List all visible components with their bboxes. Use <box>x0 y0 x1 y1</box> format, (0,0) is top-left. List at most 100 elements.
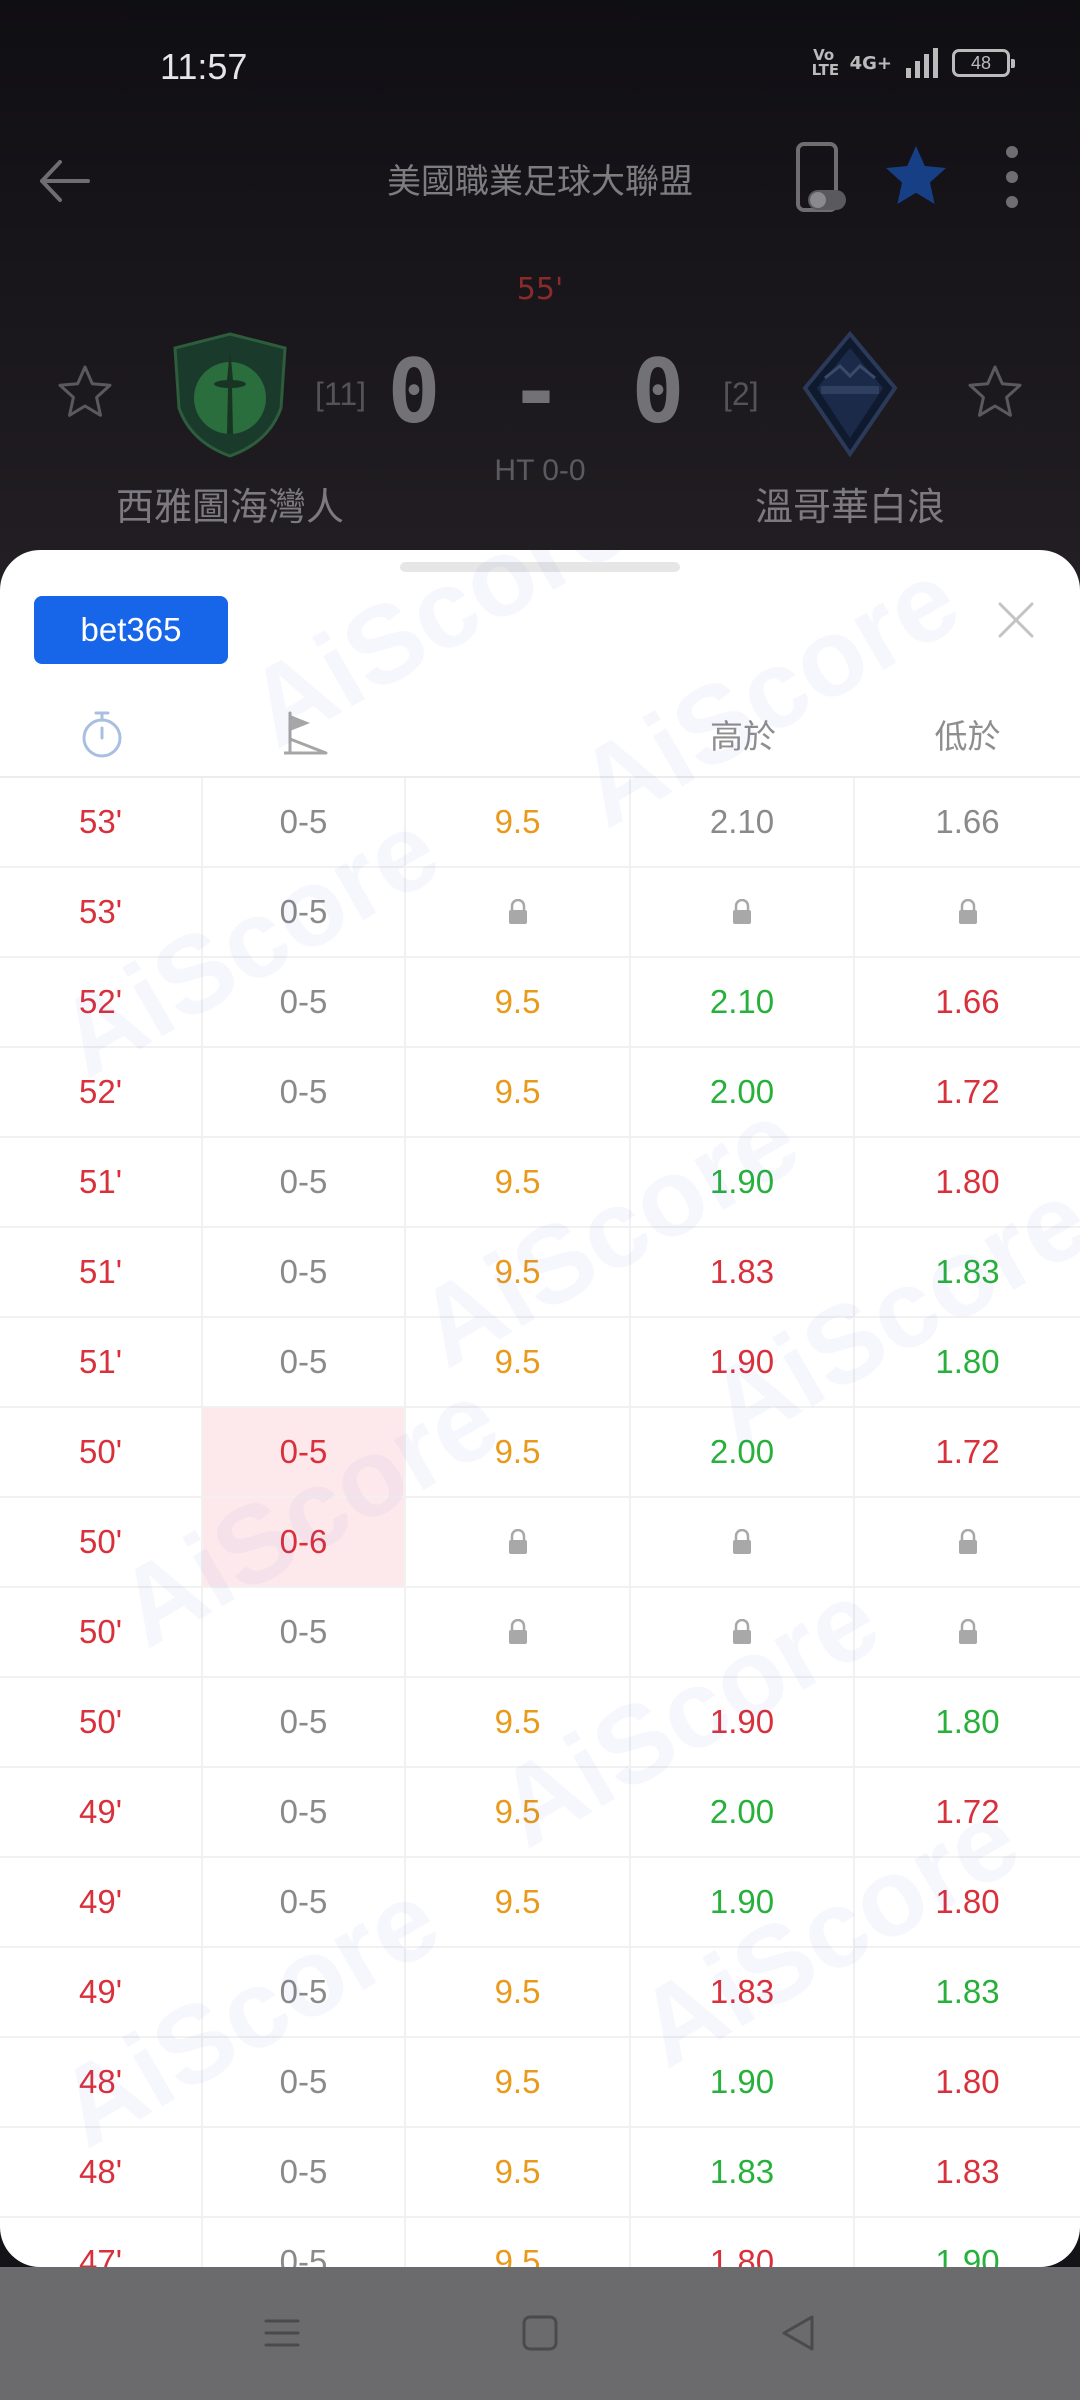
row-over-odds: 2.10 <box>631 778 855 866</box>
home-icon[interactable] <box>510 2303 570 2363</box>
system-nav-bar <box>0 2267 1080 2400</box>
row-time: 51' <box>0 1228 203 1316</box>
lock-icon <box>733 899 751 924</box>
odds-row: 49' 0-5 9.5 1.90 1.80 <box>0 1858 1080 1948</box>
odds-row: 49' 0-5 9.5 2.00 1.72 <box>0 1768 1080 1858</box>
row-corner-score: 0-5 <box>203 1768 406 1856</box>
row-corner-score: 0-5 <box>203 1048 406 1136</box>
locked-odds-cell <box>406 868 631 956</box>
row-corner-score: 0-5 <box>203 1678 406 1766</box>
row-line: 9.5 <box>406 2038 631 2126</box>
row-time: 53' <box>0 778 203 866</box>
row-time: 49' <box>0 1858 203 1946</box>
odds-row: 51' 0-5 9.5 1.90 1.80 <box>0 1138 1080 1228</box>
locked-odds-cell <box>855 1498 1080 1586</box>
row-over-odds: 1.83 <box>631 1228 855 1316</box>
row-line: 9.5 <box>406 1948 631 2036</box>
lock-icon <box>733 1619 751 1644</box>
odds-row: 53' 0-5 9.5 2.10 1.66 <box>0 778 1080 868</box>
odds-row: 49' 0-5 9.5 1.83 1.83 <box>0 1948 1080 2038</box>
row-under-odds: 1.72 <box>935 1433 1000 1470</box>
row-time: 48' <box>0 2038 203 2126</box>
sheet-drag-handle[interactable] <box>400 562 680 572</box>
match-summary: 55' [11] 0 - 0 HT 0-0 [2] 西雅圖海灣人 溫哥華白浪 <box>0 240 1080 540</box>
row-corner-score: 0-6 <box>203 1498 406 1586</box>
over-column-header: 高於 <box>710 717 776 756</box>
row-line: 9.5 <box>406 1138 631 1226</box>
row-time: 50' <box>0 1678 203 1766</box>
odds-table: 53' 0-5 9.5 2.10 1.66 53' 0-5 52' 0-5 9.5 2.10 1.66… <box>0 778 1080 2267</box>
row-line: 9.5 <box>406 1048 631 1136</box>
odds-row: 51' 0-5 9.5 1.83 1.83 <box>0 1228 1080 1318</box>
row-line: 9.5 <box>406 1858 631 1946</box>
row-over-odds: 2.00 <box>631 1768 855 1856</box>
row-time: 51' <box>0 1138 203 1226</box>
odds-row: 53' 0-5 <box>0 868 1080 958</box>
row-corner-score: 0-5 <box>203 1858 406 1946</box>
lock-icon <box>958 1619 977 1644</box>
bookmaker-badge[interactable]: bet365 <box>34 596 228 664</box>
locked-odds-cell <box>406 1588 631 1676</box>
row-corner-score: 0-5 <box>203 2218 406 2267</box>
row-under-odds: 1.66 <box>935 803 1000 840</box>
more-options-icon[interactable] <box>990 142 1034 212</box>
row-over-odds: 1.90 <box>631 1138 855 1226</box>
app-bar: 美國職業足球大聯盟 <box>0 130 1080 230</box>
row-time: 52' <box>0 958 203 1046</box>
row-corner-score: 0-5 <box>203 1588 406 1676</box>
row-line: 9.5 <box>406 2218 631 2267</box>
phone-toggle-icon[interactable] <box>790 138 850 218</box>
row-line: 9.5 <box>406 1318 631 1406</box>
row-under-odds: 1.83 <box>935 1973 1000 2010</box>
menu-icon[interactable] <box>252 2303 312 2363</box>
lock-icon <box>508 1529 527 1554</box>
row-over-odds: 1.90 <box>631 1678 855 1766</box>
match-header-background: 11:57 Vo LTE 4G+ 48 美國職業足球大聯盟 55' [11] 0… <box>0 0 1080 600</box>
row-over-odds: 2.00 <box>631 1408 855 1496</box>
away-team-crest-icon <box>802 330 898 458</box>
row-time: 48' <box>0 2128 203 2216</box>
home-team-name: 西雅圖海灣人 <box>115 485 344 529</box>
odds-row: 50' 0-6 <box>0 1498 1080 1588</box>
row-time: 52' <box>0 1048 203 1136</box>
row-corner-score: 0-5 <box>203 1408 406 1496</box>
row-under-odds: 1.80 <box>935 1343 1000 1380</box>
row-under-odds: 1.90 <box>935 2243 1000 2267</box>
row-under-odds: 1.72 <box>935 1793 1000 1830</box>
odds-history-sheet: bet365 高於 低於 53' 0-5 9.5 2.10 1.66 53' 0-5 52' 0… <box>0 550 1080 2267</box>
corner-column-header <box>203 690 406 778</box>
row-under-odds: 1.72 <box>935 1073 1000 1110</box>
row-corner-score: 0-5 <box>203 1318 406 1406</box>
locked-odds-cell <box>631 1498 855 1586</box>
row-line: 9.5 <box>406 778 631 866</box>
lock-icon <box>508 899 527 924</box>
favorite-star-icon[interactable] <box>880 140 952 212</box>
row-over-odds: 1.90 <box>631 2038 855 2126</box>
row-time: 47' <box>0 2218 203 2267</box>
row-corner-score: 0-5 <box>203 958 406 1046</box>
locked-odds-cell <box>855 1588 1080 1676</box>
row-under-odds: 1.83 <box>935 2153 1000 2190</box>
locked-odds-cell <box>406 1498 631 1586</box>
row-time: 53' <box>0 868 203 956</box>
locked-odds-cell <box>855 868 1080 956</box>
away-follow-star-icon[interactable] <box>965 362 1025 422</box>
row-line: 9.5 <box>406 1768 631 1856</box>
close-icon[interactable] <box>988 592 1044 648</box>
row-corner-score: 0-5 <box>203 1948 406 2036</box>
row-line: 9.5 <box>406 958 631 1046</box>
row-time: 49' <box>0 1948 203 2036</box>
row-corner-score: 0-5 <box>203 2128 406 2216</box>
row-over-odds: 2.00 <box>631 1048 855 1136</box>
row-corner-score: 0-5 <box>203 1228 406 1316</box>
row-under-odds: 1.66 <box>935 983 1000 1020</box>
lock-icon <box>508 1619 527 1644</box>
battery-icon: 48 <box>952 49 1015 77</box>
volte-indicator: Vo LTE <box>811 46 840 79</box>
row-under-odds: 1.80 <box>935 2063 1000 2100</box>
row-time: 50' <box>0 1588 203 1676</box>
back-triangle-icon[interactable] <box>768 2303 828 2363</box>
lock-icon <box>958 899 977 924</box>
odds-table-header: 高於 低於 <box>0 690 1080 778</box>
row-over-odds: 1.90 <box>631 1858 855 1946</box>
